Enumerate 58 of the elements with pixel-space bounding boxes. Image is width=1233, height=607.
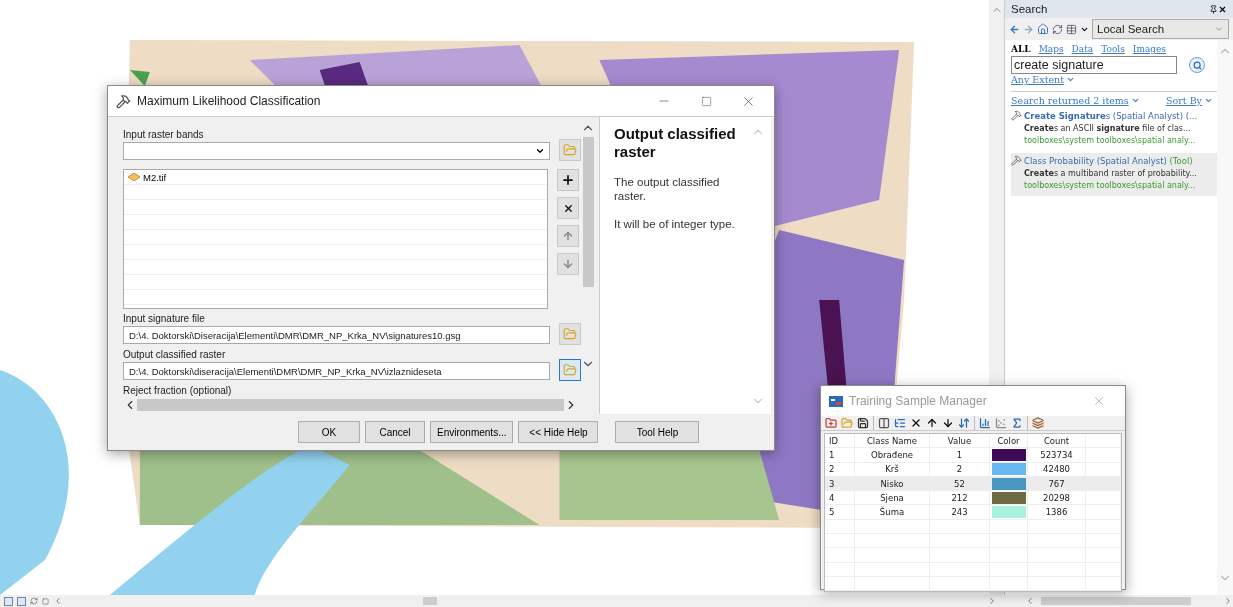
- table-cell: 1386: [1028, 505, 1086, 520]
- sort-link[interactable]: Sort By: [1166, 95, 1202, 106]
- window-title: Maximum Likelihood Classification: [137, 94, 322, 108]
- table-cell: 243: [930, 505, 990, 520]
- dialog-button[interactable]: << Hide Help: [518, 421, 599, 443]
- help-text: It will be of integer type.: [614, 217, 736, 231]
- path-field[interactable]: D:\4. Doktorski\Diseracija\Elementi\DMR\DMR_NP_Krka_NV\signatures10.gsg: [123, 326, 550, 344]
- table-cell: 2: [930, 462, 990, 477]
- field-label: Output classified raster: [123, 349, 227, 360]
- result-path: toolboxes\system toolboxes\spatial analy...: [1024, 135, 1197, 147]
- table-cell: 42480: [1028, 462, 1086, 477]
- extent-link[interactable]: Any Extent: [1011, 74, 1065, 85]
- search-result[interactable]: Create Signatures (Spatial Analyst) (... Creates an ASCII signature file of clas... toolboxes\system toolboxes\spatial analy...: [1011, 108, 1217, 151]
- table-cell: 5: [825, 505, 855, 520]
- table-cell: 2: [825, 462, 855, 477]
- table-cell: 1: [930, 448, 990, 463]
- column-header: Value: [930, 434, 990, 449]
- dialog-button[interactable]: Environments...: [430, 421, 514, 443]
- scope-dropdown[interactable]: Local Search: [1092, 19, 1229, 39]
- panel-title: Search: [1011, 3, 1049, 15]
- result-title: Class Probability (Spatial Analyst): [1024, 156, 1167, 166]
- table-cell: Krš: [855, 462, 930, 477]
- column-header: ID: [825, 434, 855, 449]
- column-header: Color: [990, 434, 1028, 449]
- filter-tab[interactable]: ALL: [1011, 44, 1031, 54]
- dialog-button[interactable]: OK: [298, 421, 360, 443]
- help-text: The output classified raster.: [614, 175, 721, 203]
- search-field[interactable]: create signature: [1011, 56, 1177, 74]
- window-title: Training Sample Manager: [849, 394, 988, 408]
- field-label: Reject fraction (optional): [123, 385, 233, 396]
- table-cell: Obrađene: [855, 448, 930, 463]
- filter-tab[interactable]: Images: [1132, 44, 1166, 54]
- dialog-button[interactable]: Cancel: [365, 421, 425, 443]
- field-label: Input raster bands: [123, 129, 205, 140]
- table-cell: Šuma: [855, 505, 930, 520]
- dialog-button[interactable]: Tool Help: [615, 421, 700, 443]
- results-count-link[interactable]: Search returned 2 items: [1011, 95, 1129, 106]
- filter-tab[interactable]: Maps: [1038, 44, 1064, 54]
- result-title: Create Signatures (Spatial Analyst) (...: [1024, 111, 1198, 121]
- result-description: Creates a multiband raster of probability...: [1024, 168, 1197, 180]
- filter-tab[interactable]: Tools: [1101, 44, 1125, 54]
- result-path: toolboxes\system toolboxes\spatial analy...: [1024, 180, 1197, 192]
- column-header: Count: [1028, 434, 1086, 449]
- table-cell: 1: [825, 448, 855, 463]
- column-header: Class Name: [855, 434, 930, 449]
- table-cell: Sjena: [855, 491, 930, 506]
- raster-list-item[interactable]: M2.tif: [124, 170, 547, 185]
- path-field[interactable]: D:\4. Doktorski\diseracija\Elementi\DMR\DMR_NP_Krka_NV\izlaznideseta: [123, 362, 550, 380]
- table-cell: 20298: [1028, 491, 1086, 506]
- table-cell: 523734: [1028, 448, 1086, 463]
- search-result[interactable]: Class Probability (Spatial Analyst) (Tool) Creates a multiband raster of probability... toolboxes\system toolboxes\spatial analy...: [1011, 153, 1217, 196]
- field-label: Input signature file: [123, 313, 206, 324]
- result-description: Creates an ASCII signature file of clas...: [1024, 123, 1192, 135]
- filter-tab[interactable]: Data: [1071, 44, 1094, 54]
- table-cell: 212: [930, 491, 990, 506]
- help-title: Output classified raster: [614, 125, 737, 161]
- table-cell: 4: [825, 491, 855, 506]
- result-tag: (Tool): [1169, 156, 1193, 166]
